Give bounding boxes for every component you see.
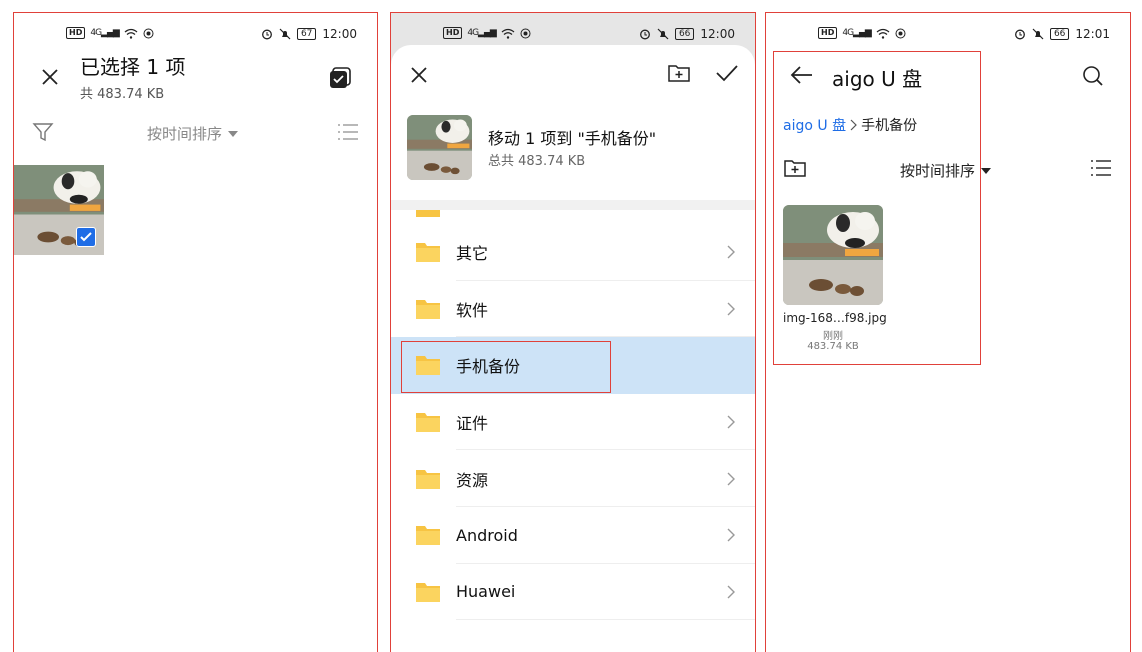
wifi-icon [501,28,515,39]
hd-icon: HD [818,27,838,39]
file-thumbnail[interactable] [783,205,883,305]
folder-icon [415,241,441,263]
list-view-icon[interactable] [1090,159,1112,177]
list-item[interactable] [391,210,755,224]
file-time: 刚刚 [823,331,843,342]
folder-row-selected[interactable]: 手机备份 [391,337,755,394]
divider [456,619,755,621]
caret-down-icon [228,130,239,137]
move-sheet: 移动 1 项到 "手机备份" 总共 483.74 KB 其它 软件 手机备份 证… [391,45,755,652]
selection-size: 共 483.74 KB [80,87,165,102]
folder-icon [415,468,441,490]
battery-icon: 66 [1049,28,1070,40]
screen-select: HD 4G▂▄▆ 67 12:00 已选择 1 项 共 483.74 KB 按时… [13,12,378,652]
folder-label: Android [456,525,518,545]
signal-icon: 4G▂▄▆ [467,28,496,38]
mute-icon [279,28,291,40]
status-bar: HD 4G▂▄▆ 67 12:00 [14,13,377,53]
move-size: 总共 483.74 KB [488,154,586,169]
hd-icon: HD [66,27,86,39]
folder-row[interactable]: Huawei [391,564,755,621]
confirm-check-icon[interactable] [715,63,739,83]
sort-dropdown[interactable]: 按时间排序 [147,123,239,144]
folder-row[interactable]: Android [391,507,755,564]
breadcrumb-current: 手机备份 [861,118,918,134]
new-folder-icon[interactable] [783,158,807,178]
folder-icon [415,210,441,218]
chevron-right-icon [727,585,735,599]
image-thumbnail[interactable] [14,165,104,255]
alarm-icon [639,28,651,40]
privacy-icon [520,28,531,39]
search-icon[interactable] [1082,65,1104,87]
screen-move-dialog: HD 4G▂▄▆ 66 12:00 移动 1 项到 "手机备份" 总共 483.… [390,12,756,652]
privacy-icon [895,28,906,39]
chevron-right-icon [727,302,735,316]
chevron-right-icon [850,119,857,131]
clock: 12:01 [1075,27,1110,41]
screen-usb-folder: HD 4G▂▄▆ 66 12:01 aigo U 盘 aigo U 盘 手机备份… [765,12,1131,652]
folder-icon [415,354,441,376]
folder-label: Huawei [456,582,516,602]
hd-icon: HD [443,27,463,39]
signal-icon: 4G▂▄▆ [90,28,119,38]
status-bar: HD 4G▂▄▆ 66 12:01 [766,13,1130,53]
selected-check-icon[interactable] [76,227,96,247]
folder-label: 证件 [456,414,489,434]
back-arrow-icon[interactable] [790,65,814,85]
folder-row[interactable]: 资源 [391,450,755,507]
folder-icon [415,581,441,603]
wifi-icon [876,28,890,39]
folder-list: 其它 软件 手机备份 证件 资源 Android Huawei [391,210,755,621]
mute-icon [1032,28,1044,40]
folder-icon [415,524,441,546]
select-all-icon[interactable] [329,67,351,89]
mute-icon [657,28,669,40]
privacy-icon [143,28,154,39]
sort-label: 按时间排序 [900,162,976,180]
caret-down-icon [981,167,992,174]
file-size: 483.74 KB [807,341,859,352]
folder-row[interactable]: 证件 [391,394,755,451]
sort-label: 按时间排序 [147,125,223,143]
close-icon[interactable] [409,65,429,85]
folder-label: 软件 [456,300,489,320]
chevron-right-icon [727,528,735,542]
battery-icon: 67 [296,28,317,40]
new-folder-icon[interactable] [667,63,691,83]
clock: 12:00 [322,27,357,41]
battery-icon: 66 [674,28,695,40]
alarm-icon [261,28,273,40]
clock: 12:00 [700,27,735,41]
filter-icon[interactable] [32,121,54,143]
folder-icon [415,298,441,320]
page-title: 已选择 1 项 [80,55,186,79]
page-title: aigo U 盘 [832,67,923,91]
signal-icon: 4G▂▄▆ [842,28,871,38]
chevron-right-icon [727,415,735,429]
item-thumbnail [407,115,472,180]
breadcrumb: aigo U 盘 手机备份 [783,115,917,135]
list-view-icon[interactable] [337,123,359,141]
breadcrumb-root[interactable]: aigo U 盘 [783,115,846,135]
chevron-right-icon [727,472,735,486]
folder-label: 资源 [456,470,489,490]
close-icon[interactable] [40,67,60,87]
folder-label: 其它 [456,244,489,264]
folder-row[interactable]: 软件 [391,281,755,338]
folder-icon [415,411,441,433]
divider [391,200,755,210]
alarm-icon [1014,28,1026,40]
sort-dropdown[interactable]: 按时间排序 [900,160,992,181]
file-name: img-168…f98.jpg [783,311,887,325]
folder-row[interactable]: 其它 [391,224,755,281]
chevron-right-icon [727,245,735,259]
folder-label: 手机备份 [456,357,521,377]
move-title: 移动 1 项到 "手机备份" [488,129,657,148]
wifi-icon [124,28,138,39]
